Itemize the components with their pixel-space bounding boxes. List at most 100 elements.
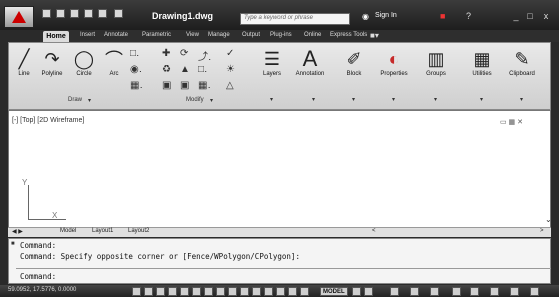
- restore-icon[interactable]: □: [524, 11, 536, 21]
- scroll-left-icon[interactable]: <: [372, 228, 376, 234]
- annotation-monitor-icon[interactable]: [288, 287, 297, 296]
- chevron-down-icon[interactable]: ▾: [312, 96, 315, 103]
- ellipse-icon[interactable]: ◉․: [130, 64, 142, 75]
- chevron-down-icon[interactable]: ▾: [434, 96, 437, 103]
- text-a-icon: A: [302, 46, 318, 71]
- draw-panel-label[interactable]: Draw: [68, 97, 82, 103]
- open-icon[interactable]: [56, 9, 65, 18]
- ducs-icon[interactable]: [216, 287, 225, 296]
- chevron-down-icon[interactable]: ▾: [392, 96, 395, 103]
- tab-home[interactable]: Home: [43, 31, 69, 42]
- annotation-scale-icon[interactable]: [390, 287, 399, 296]
- selection-cycling-icon[interactable]: [276, 287, 285, 296]
- model-space-button[interactable]: MODEL: [320, 287, 348, 296]
- fillet-icon[interactable]: □․: [198, 64, 207, 75]
- hatch-icon[interactable]: ▦․: [130, 80, 143, 91]
- undo-icon[interactable]: [114, 9, 123, 18]
- layout-nav-arrows[interactable]: ◀ ▶: [12, 228, 23, 235]
- polar-icon[interactable]: [168, 287, 177, 296]
- application-menu-button[interactable]: [4, 6, 34, 28]
- copy-icon[interactable]: ♻: [162, 64, 171, 75]
- clean-screen-icon[interactable]: [530, 287, 539, 296]
- otrack-icon[interactable]: [204, 287, 213, 296]
- hardware-acceleration-icon[interactable]: [490, 287, 499, 296]
- save-icon[interactable]: [70, 9, 79, 18]
- rotate-icon[interactable]: ⟳: [180, 48, 188, 59]
- osnap-icon[interactable]: [180, 287, 189, 296]
- ortho-icon[interactable]: [156, 287, 165, 296]
- chevron-down-icon[interactable]: ▾: [210, 97, 213, 104]
- tab-annotate[interactable]: Annotate: [104, 32, 128, 38]
- workspace-switching-icon[interactable]: [452, 287, 461, 296]
- command-grip-icon[interactable]: ■: [11, 241, 15, 247]
- viewport-window-controls[interactable]: ▭ ▦ ✕: [500, 118, 523, 126]
- transparency-icon[interactable]: [252, 287, 261, 296]
- tab-model[interactable]: Model: [60, 228, 76, 234]
- plus-icon[interactable]: [300, 287, 309, 296]
- block-tool[interactable]: ✐ Block: [336, 48, 372, 78]
- chevron-down-icon[interactable]: ▾: [480, 96, 483, 103]
- quick-properties-icon[interactable]: [264, 287, 273, 296]
- trim-icon[interactable]: ⤴․: [198, 48, 211, 63]
- viewport-controls-label[interactable]: [-] [Top] [2D Wireframe]: [12, 117, 84, 124]
- grid-icon[interactable]: [144, 287, 153, 296]
- explode-icon[interactable]: ☀: [226, 64, 235, 75]
- utilities-tool[interactable]: ▦ Utilities: [464, 48, 500, 78]
- move-icon[interactable]: ✚: [162, 48, 170, 59]
- exchange-icon[interactable]: ■: [440, 11, 445, 21]
- snap-icon[interactable]: [132, 287, 141, 296]
- tab-insert[interactable]: Insert: [80, 32, 95, 38]
- chevron-down-icon[interactable]: ▾: [270, 96, 273, 103]
- arc-tool[interactable]: ⌒ Arc: [96, 48, 132, 77]
- tab-manage[interactable]: Manage: [208, 32, 230, 38]
- search-input[interactable]: Type a keyword or phrase: [240, 13, 350, 25]
- scroll-right-icon[interactable]: >: [540, 228, 544, 234]
- tab-express-tools[interactable]: Express Tools: [330, 32, 367, 38]
- lock-icon[interactable]: [470, 287, 479, 296]
- drawing-canvas[interactable]: [8, 110, 551, 236]
- command-input[interactable]: Command:: [20, 272, 56, 281]
- scroll-down-icon[interactable]: ⌄: [545, 215, 552, 224]
- groups-tool[interactable]: ▥ Groups: [418, 48, 454, 78]
- offset-icon[interactable]: △: [226, 80, 234, 91]
- minimize-icon[interactable]: _: [510, 11, 522, 21]
- quick-view-drawings-icon[interactable]: [364, 287, 373, 296]
- annotation-tool[interactable]: A Annotation: [292, 46, 328, 77]
- tab-parametric[interactable]: Parametric: [142, 32, 171, 38]
- annotation-visibility-icon[interactable]: [410, 287, 419, 296]
- polyline-tool[interactable]: ↷ Polyline: [34, 48, 70, 78]
- sign-in-button[interactable]: Sign In: [375, 12, 397, 19]
- chevron-down-icon[interactable]: ▾: [88, 97, 91, 104]
- tab-layout2[interactable]: Layout2: [128, 228, 149, 234]
- clipboard-tool[interactable]: ✎ Clipboard: [504, 48, 540, 78]
- tab-online[interactable]: Online: [304, 32, 321, 38]
- binoculars-icon[interactable]: ◉: [362, 12, 369, 21]
- erase-icon[interactable]: ✓: [226, 48, 234, 59]
- tab-output[interactable]: Output: [242, 32, 260, 38]
- modify-panel-label[interactable]: Modify: [186, 97, 204, 103]
- close-icon[interactable]: x: [540, 11, 552, 21]
- saveas-icon[interactable]: [84, 9, 93, 18]
- stretch-icon[interactable]: ▣: [162, 80, 171, 91]
- array-icon[interactable]: ▦․: [198, 80, 211, 91]
- autoscale-icon[interactable]: [430, 287, 439, 296]
- isolate-objects-icon[interactable]: [510, 287, 519, 296]
- rectangle-icon[interactable]: □․: [130, 48, 139, 59]
- chevron-down-icon[interactable]: ▾: [520, 96, 523, 103]
- 3dosnap-icon[interactable]: [192, 287, 201, 296]
- ribbon-toggle-icon[interactable]: ■▾: [370, 31, 379, 40]
- properties-tool[interactable]: ◐ Properties: [376, 48, 412, 78]
- layers-tool[interactable]: ☰ Layers: [254, 48, 290, 78]
- mirror-icon[interactable]: ▲: [180, 64, 190, 75]
- print-icon[interactable]: [98, 9, 107, 18]
- lineweight-icon[interactable]: [240, 287, 249, 296]
- quick-view-layouts-icon[interactable]: [352, 287, 361, 296]
- chevron-down-icon[interactable]: ▾: [352, 96, 355, 103]
- new-icon[interactable]: [42, 9, 51, 18]
- scale-icon[interactable]: ▣: [180, 80, 189, 91]
- tab-view[interactable]: View: [186, 32, 199, 38]
- dyn-icon[interactable]: [228, 287, 237, 296]
- tab-layout1[interactable]: Layout1: [92, 228, 113, 234]
- help-icon[interactable]: ?: [466, 11, 471, 21]
- tab-plugins[interactable]: Plug-ins: [270, 32, 292, 38]
